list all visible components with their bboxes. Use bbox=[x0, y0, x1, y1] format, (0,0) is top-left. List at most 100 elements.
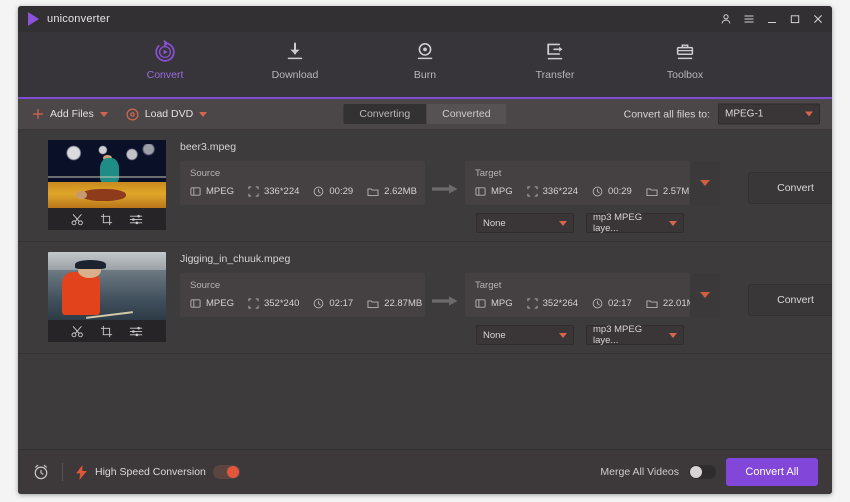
alarm-clock-icon[interactable] bbox=[32, 463, 50, 481]
source-size-value: 2.62MB bbox=[384, 186, 417, 197]
add-files-button[interactable]: Add Files bbox=[32, 108, 108, 120]
close-button[interactable] bbox=[812, 13, 824, 25]
footer-divider bbox=[62, 463, 63, 481]
thumbnail-tools bbox=[48, 208, 166, 230]
target-format: MPG bbox=[475, 298, 513, 309]
source-resolution-value: 352*240 bbox=[263, 298, 300, 309]
trim-icon[interactable] bbox=[71, 325, 84, 338]
footer-left: High Speed Conversion bbox=[32, 463, 240, 481]
clock-icon bbox=[592, 298, 603, 309]
convert-icon bbox=[153, 40, 177, 64]
clock-icon bbox=[314, 186, 324, 197]
load-dvd-caret-icon[interactable] bbox=[199, 111, 208, 117]
status-tabs: Converting Converted bbox=[343, 104, 507, 124]
subtitle-select-value: None bbox=[483, 329, 506, 341]
high-speed-conversion-toggle[interactable] bbox=[212, 465, 240, 479]
file-format-icon bbox=[190, 187, 201, 196]
subtitle-select[interactable]: None bbox=[476, 213, 574, 233]
transfer-icon bbox=[543, 40, 567, 64]
target-format-value: MPG bbox=[491, 298, 513, 309]
file-format-icon bbox=[475, 299, 486, 308]
thumbnail-art-fishing bbox=[48, 252, 166, 320]
toolbox-icon bbox=[673, 40, 697, 64]
target-duration-value: 00:29 bbox=[608, 186, 632, 197]
nav-tab-convert[interactable]: Convert bbox=[125, 40, 205, 81]
target-caret-icon bbox=[700, 292, 710, 298]
target-panel: Target MPG 336*224 00:29 2.57MB bbox=[465, 161, 720, 205]
effects-icon[interactable] bbox=[129, 325, 143, 338]
target-format-dropdown[interactable] bbox=[690, 273, 720, 317]
source-format-value: MPEG bbox=[206, 298, 234, 309]
nav-tab-toolbox[interactable]: Toolbox bbox=[645, 40, 725, 81]
toolbar: Add Files Load DVD Converting Converted bbox=[18, 99, 832, 130]
target-format-dropdown[interactable] bbox=[690, 161, 720, 205]
merge-all-videos-toggle[interactable] bbox=[689, 465, 716, 479]
target-resolution: 352*264 bbox=[527, 298, 578, 309]
row-sub-options: None mp3 MPEG laye... bbox=[476, 324, 832, 346]
convert-button-label: Convert bbox=[777, 294, 814, 306]
source-duration: 02:17 bbox=[313, 298, 353, 309]
convert-button[interactable]: Convert bbox=[748, 284, 832, 316]
convert-all-format-caret-icon bbox=[805, 111, 813, 117]
source-size: 22.87MB bbox=[367, 298, 422, 309]
thumbnail[interactable] bbox=[48, 252, 166, 342]
account-icon[interactable] bbox=[720, 13, 732, 25]
audio-select[interactable]: mp3 MPEG laye... bbox=[586, 324, 684, 346]
audio-select[interactable]: mp3 MPEG laye... bbox=[586, 212, 684, 234]
target-size: 2.57MB bbox=[646, 186, 696, 197]
target-panel: Target MPG 352*264 02:17 22.01MB bbox=[465, 273, 720, 317]
clock-icon bbox=[314, 298, 324, 309]
nav-tab-burn[interactable]: Burn bbox=[385, 40, 465, 81]
subtitle-caret-icon bbox=[559, 220, 567, 226]
target-meta: MPG 352*264 02:17 22.01MB bbox=[475, 298, 710, 309]
convert-all-button[interactable]: Convert All bbox=[726, 458, 818, 486]
audio-select-value: mp3 MPEG laye... bbox=[593, 324, 643, 346]
folder-icon bbox=[367, 300, 379, 308]
thumbnail-art-wrestling bbox=[48, 140, 166, 208]
tab-converting[interactable]: Converting bbox=[343, 104, 427, 124]
target-duration-value: 02:17 bbox=[608, 298, 632, 309]
folder-icon bbox=[646, 188, 658, 196]
target-meta: MPG 336*224 00:29 2.57MB bbox=[475, 186, 710, 197]
source-format-value: MPEG bbox=[206, 186, 234, 197]
add-files-caret-icon[interactable] bbox=[99, 111, 108, 117]
source-format: MPEG bbox=[190, 186, 234, 197]
file-row[interactable]: Jigging_in_chuuk.mpeg Source MPEG 352*24… bbox=[18, 242, 832, 354]
nav-tab-download-label: Download bbox=[271, 69, 319, 81]
trim-icon[interactable] bbox=[71, 213, 84, 226]
convert-button[interactable]: Convert bbox=[748, 172, 832, 204]
clock-icon bbox=[592, 186, 603, 197]
source-resolution-value: 336*224 bbox=[263, 186, 300, 197]
merge-all-videos-label: Merge All Videos bbox=[600, 466, 679, 478]
thumbnail-image bbox=[48, 252, 166, 320]
subtitle-select-value: None bbox=[483, 217, 506, 229]
resolution-icon bbox=[527, 298, 538, 309]
crop-icon[interactable] bbox=[100, 213, 113, 226]
folder-icon bbox=[367, 188, 379, 196]
source-panel: Source MPEG 352*240 02:17 22.87MB bbox=[180, 273, 425, 317]
subtitle-select[interactable]: None bbox=[476, 325, 574, 345]
file-row-body: beer3.mpeg Source MPEG 336*224 00:29 2.6… bbox=[166, 140, 832, 234]
footer-right: Merge All Videos Convert All bbox=[600, 458, 818, 486]
menu-icon[interactable] bbox=[743, 13, 755, 25]
toggle-knob bbox=[226, 466, 239, 478]
nav-tab-transfer[interactable]: Transfer bbox=[515, 40, 595, 81]
tab-converted[interactable]: Converted bbox=[426, 104, 507, 124]
minimize-button[interactable] bbox=[766, 13, 778, 25]
title-bar: uniconverter bbox=[18, 6, 832, 32]
nav-tab-download[interactable]: Download bbox=[255, 40, 335, 81]
file-list: beer3.mpeg Source MPEG 336*224 00:29 2.6… bbox=[18, 130, 832, 449]
thumbnail[interactable] bbox=[48, 140, 166, 230]
resolution-icon bbox=[248, 186, 259, 197]
add-files-label: Add Files bbox=[50, 108, 94, 120]
crop-icon[interactable] bbox=[100, 325, 113, 338]
load-dvd-button[interactable]: Load DVD bbox=[126, 107, 208, 121]
nav-tab-burn-label: Burn bbox=[413, 69, 437, 81]
toolbar-right: Convert all files to: MPEG-1 bbox=[624, 103, 820, 125]
file-row[interactable]: beer3.mpeg Source MPEG 336*224 00:29 2.6… bbox=[18, 130, 832, 242]
maximize-button[interactable] bbox=[789, 13, 801, 25]
effects-icon[interactable] bbox=[129, 213, 143, 226]
convert-all-format-select[interactable]: MPEG-1 bbox=[718, 103, 820, 125]
plus-icon bbox=[32, 108, 44, 120]
source-resolution: 336*224 bbox=[248, 186, 299, 197]
